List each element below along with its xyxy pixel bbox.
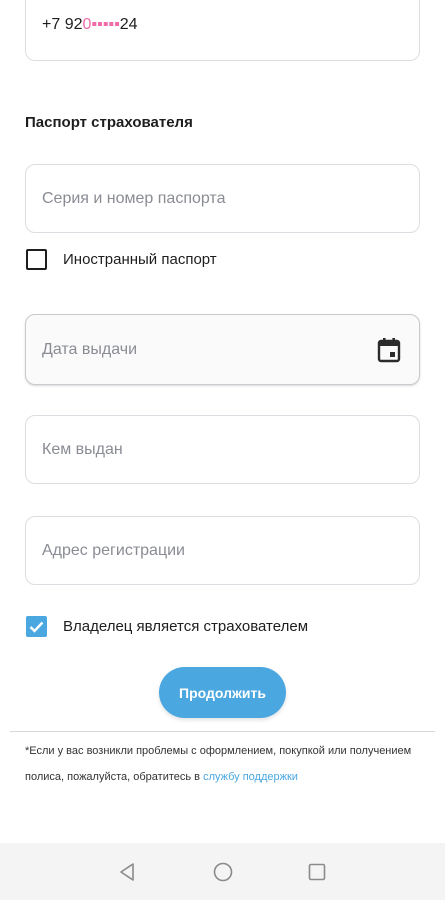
home-circle-icon[interactable] [212,861,234,883]
android-navigation-bar [0,843,445,900]
issued-by-placeholder: Кем выдан [42,440,123,458]
issue-date-input[interactable]: Дата выдачи [25,314,420,385]
phone-masked-digits: 0▪▪▪▪▪ [82,15,120,33]
phone-field[interactable]: +7 92 0▪▪▪▪▪ 24 [25,0,420,61]
foreign-passport-checkbox[interactable] [26,249,47,270]
foreign-passport-label: Иностранный паспорт [63,251,217,268]
recents-square-icon[interactable] [306,861,328,883]
checkmark-icon [29,621,44,633]
back-triangle-icon[interactable] [116,861,138,883]
owner-is-insurer-label: Владелец является страхователем [63,618,309,635]
phone-prefix: +7 92 [42,15,83,33]
continue-button[interactable]: Продолжить [159,667,286,718]
passport-section-title: Паспорт страхователя [25,114,193,131]
registration-address-input[interactable]: Адрес регистрации [25,516,420,585]
passport-series-input[interactable]: Серия и номер паспорта [25,164,420,233]
calendar-icon[interactable] [377,337,401,363]
owner-is-insurer-row[interactable]: Владелец является страхователем [26,616,308,637]
foreign-passport-row[interactable]: Иностранный паспорт [26,249,217,270]
passport-series-placeholder: Серия и номер паспорта [42,189,226,207]
divider [10,731,435,732]
registration-address-placeholder: Адрес регистрации [42,541,185,559]
issued-by-input[interactable]: Кем выдан [25,415,420,484]
owner-is-insurer-checkbox[interactable] [26,616,47,637]
phone-suffix: 24 [119,15,138,33]
support-footnote: *Если у вас возникли проблемы с оформлен… [25,738,425,790]
issue-date-placeholder: Дата выдачи [42,340,138,358]
support-link[interactable]: службу поддержки [203,771,298,783]
